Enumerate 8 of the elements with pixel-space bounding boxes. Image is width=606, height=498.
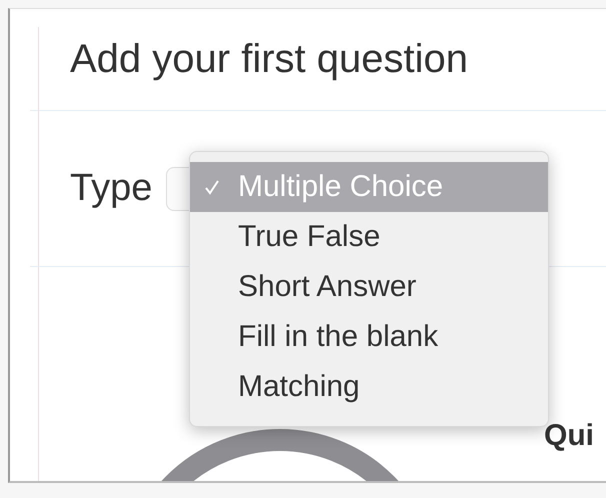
page-heading: Add your first question xyxy=(70,37,468,82)
section-heading: Qui xyxy=(544,419,594,453)
menu-option[interactable]: Short Answer xyxy=(190,262,548,312)
type-label: Type xyxy=(70,167,152,210)
menu-option[interactable]: Fill in the blank xyxy=(190,312,548,362)
checkmark-icon xyxy=(204,178,220,196)
menu-option[interactable]: True False xyxy=(190,212,548,262)
menu-option[interactable]: Matching xyxy=(190,362,548,412)
